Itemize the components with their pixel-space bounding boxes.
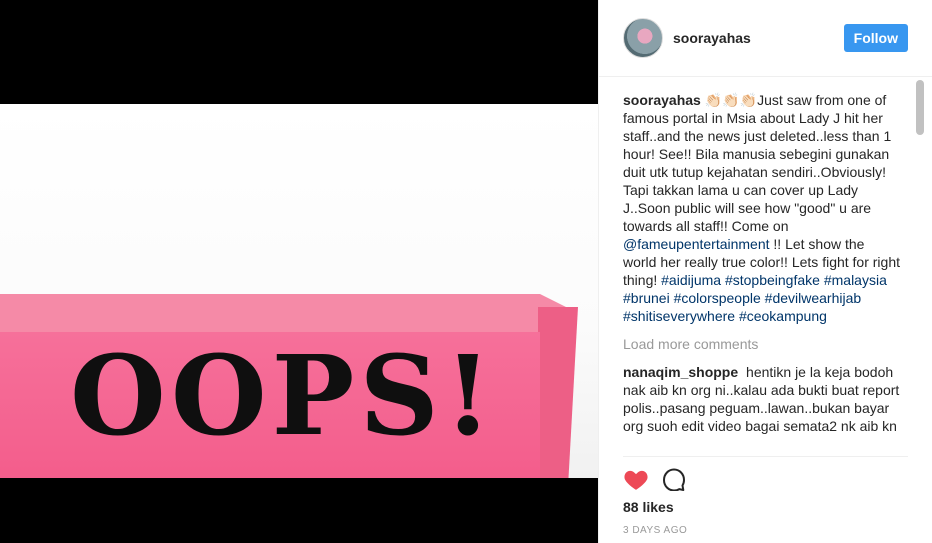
hashtag-link[interactable]: #shitiseverywhere — [623, 308, 735, 324]
comment-item: nanaqim_shoppe hentikn je la keja bodoh … — [623, 363, 901, 435]
hashtag-link[interactable]: #devilwearhijab — [765, 290, 862, 306]
clap-emoji: 👏🏻👏🏻👏🏻 — [704, 92, 758, 108]
oops-eraser-photo: OOPS! — [0, 104, 598, 478]
post-image[interactable]: OOPS! — [0, 0, 598, 543]
hashtag-link[interactable]: #brunei — [623, 290, 670, 306]
comment-username[interactable]: nanaqim_shoppe — [623, 364, 738, 380]
hashtag-link[interactable]: #stopbeingfake — [725, 272, 820, 288]
comments-scrollbar[interactable] — [916, 80, 924, 460]
instagram-post-modal: OOPS! soorayahas Follow soorayahas 👏🏻👏🏻👏🏻… — [0, 0, 932, 543]
hashtag-link[interactable]: #malaysia — [824, 272, 887, 288]
letterbox-bottom — [0, 478, 598, 543]
load-more-comments-link[interactable]: Load more comments — [623, 335, 901, 353]
actions-divider — [623, 456, 908, 457]
oops-text: OOPS! — [70, 331, 498, 460]
caption-username[interactable]: soorayahas — [623, 92, 701, 108]
hashtag-link[interactable]: #ceokampung — [739, 308, 827, 324]
avatar[interactable] — [623, 18, 663, 58]
caption-text: Just saw from one of famous portal in Ms… — [623, 92, 892, 234]
mention-link[interactable]: @fameupentertainment — [623, 236, 770, 252]
letterbox-top — [0, 0, 598, 104]
heart-icon[interactable] — [623, 466, 649, 492]
post-header: soorayahas Follow — [599, 0, 932, 77]
post-timestamp[interactable]: 3 DAYS AGO — [623, 525, 687, 536]
follow-button[interactable]: Follow — [843, 24, 908, 52]
header-username[interactable]: soorayahas — [673, 30, 751, 46]
eraser-top-face — [0, 294, 570, 334]
eraser-side-face — [538, 307, 578, 478]
scrollbar-thumb[interactable] — [916, 80, 924, 135]
comment-bubble-icon[interactable] — [661, 466, 687, 492]
post-sidebar: soorayahas Follow soorayahas 👏🏻👏🏻👏🏻Just s… — [598, 0, 932, 543]
hashtag-link[interactable]: #colorspeople — [674, 290, 761, 306]
caption: soorayahas 👏🏻👏🏻👏🏻Just saw from one of fam… — [623, 91, 901, 325]
action-bar — [623, 466, 687, 492]
hashtag-link[interactable]: #aidijuma — [661, 272, 721, 288]
comments-list[interactable]: soorayahas 👏🏻👏🏻👏🏻Just saw from one of fam… — [623, 91, 901, 454]
likes-count[interactable]: 88 likes — [623, 499, 674, 515]
